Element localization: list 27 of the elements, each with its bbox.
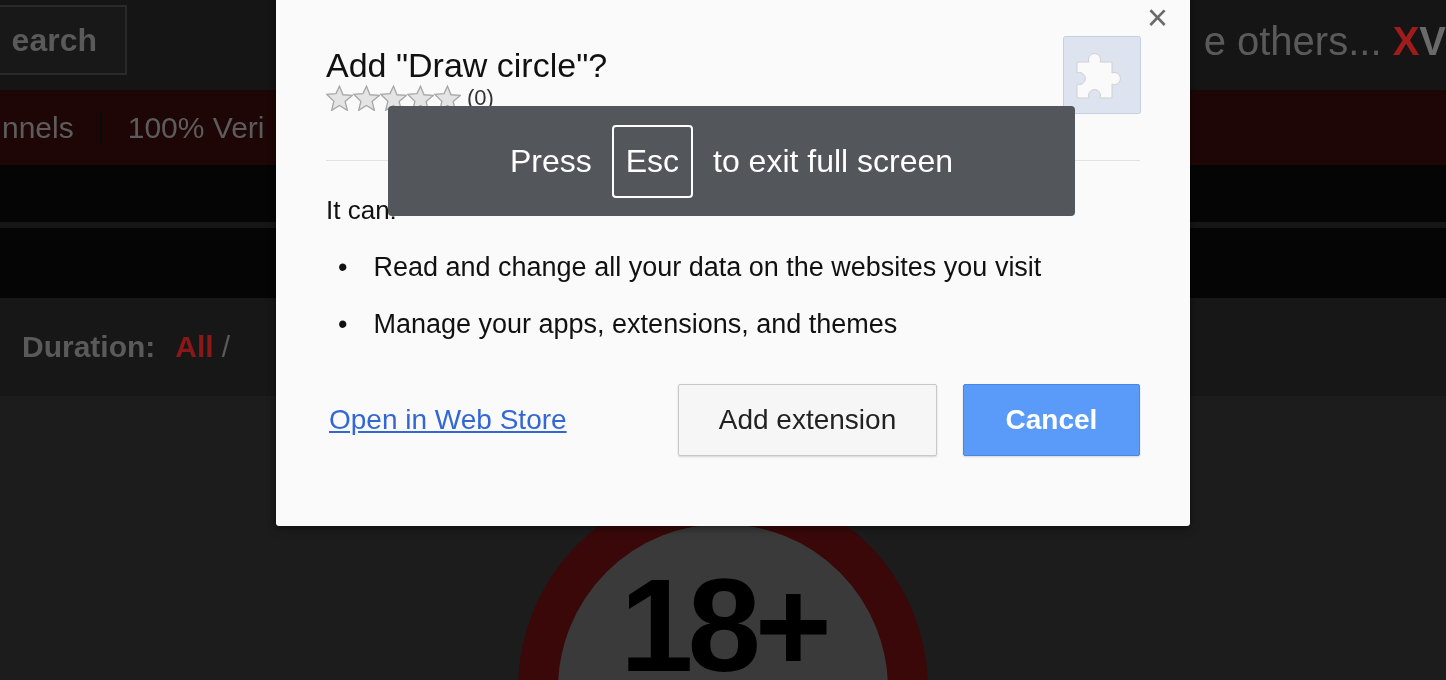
puzzle-icon [1063, 36, 1141, 114]
filter-label: Duration: [22, 330, 156, 364]
filter-option[interactable]: All [175, 330, 214, 364]
close-button[interactable]: × [1146, 0, 1168, 36]
toast-text: Press [509, 142, 592, 180]
web-store-link[interactable]: Open in Web Store [329, 404, 567, 436]
star-icon [353, 85, 380, 111]
nav-link[interactable]: nnels [2, 110, 74, 145]
intro-text: It can: [326, 195, 398, 226]
nav-link[interactable]: 100% Veri [127, 110, 265, 145]
add-extension-button[interactable]: Add extension [678, 384, 937, 456]
separator: / [221, 330, 230, 364]
search-button[interactable]: earch [0, 5, 127, 75]
star-icon [380, 85, 407, 111]
permission-text: Manage your apps, extensions, and themes [373, 309, 898, 340]
logo-letter: X [1392, 18, 1420, 64]
toast-text: to exit full screen [713, 142, 954, 180]
cancel-button[interactable]: Cancel [963, 384, 1140, 456]
esc-key: Esc [611, 124, 693, 198]
tagline: e others... [1203, 18, 1383, 64]
dialog-title: Add "Draw circle"? [326, 46, 608, 85]
logo-letter: V [1419, 18, 1446, 64]
age-text: 18+ [620, 560, 826, 680]
bullet: • [338, 309, 348, 340]
permission-text: Read and change all your data on the websites you visit [373, 252, 1042, 283]
bullet: • [338, 252, 348, 283]
star-icon [326, 85, 353, 111]
